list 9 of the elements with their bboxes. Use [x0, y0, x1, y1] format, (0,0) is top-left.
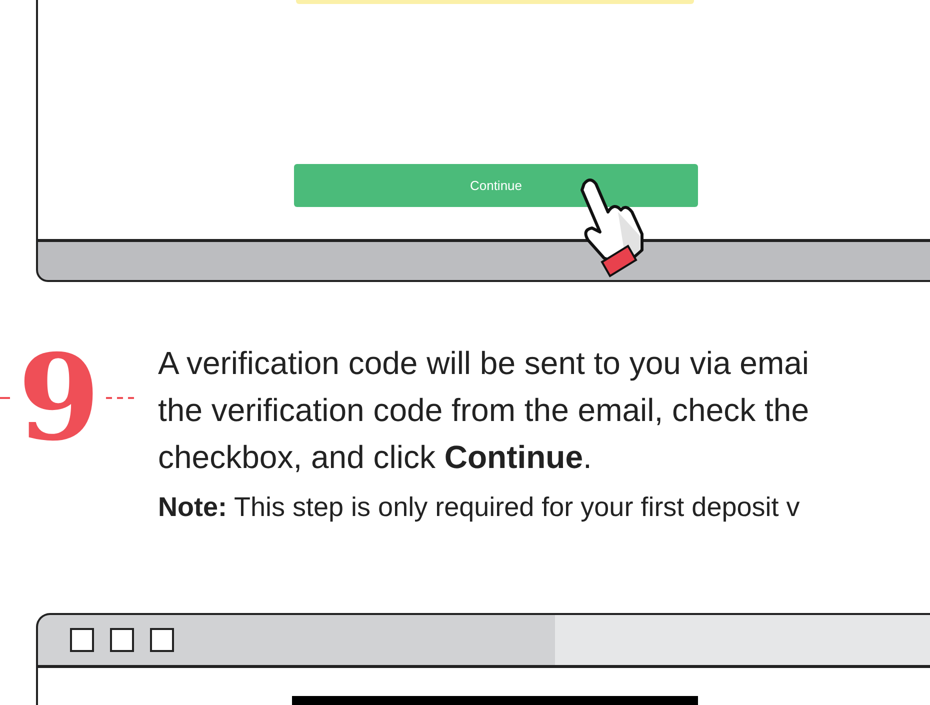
continue-button[interactable]: Continue	[294, 164, 698, 207]
step-number: 9	[18, 348, 100, 448]
window-button-icon	[70, 628, 94, 652]
instruction-text: A verification code will be sent to you via emai	[158, 344, 809, 383]
instruction-text: the verification code from the email, check the	[158, 391, 809, 430]
window-button-icon	[110, 628, 134, 652]
window-button-icon	[150, 628, 174, 652]
note-text: Note: This step is only required for your first deposit v	[158, 491, 801, 524]
instruction-text: checkbox, and click Continue.	[158, 438, 593, 477]
